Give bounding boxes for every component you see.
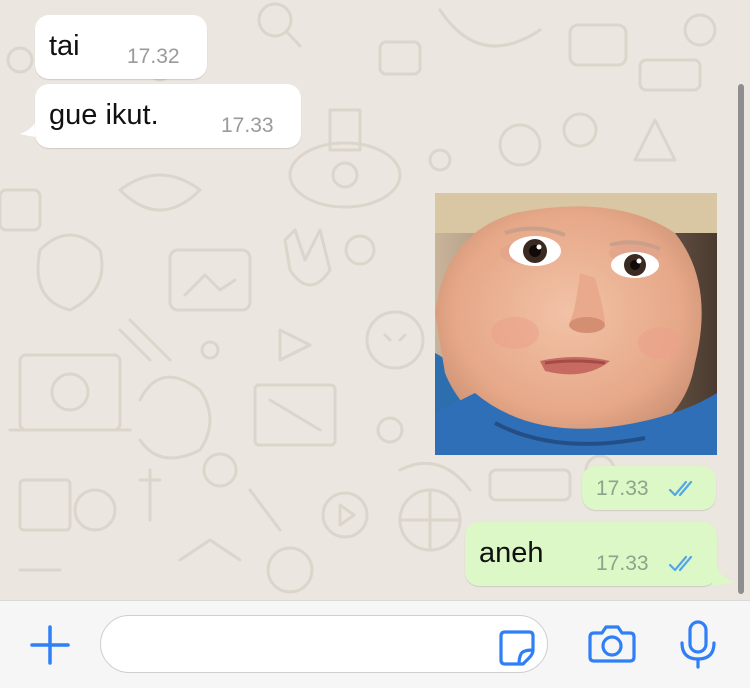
read-ticks-icon <box>668 480 693 497</box>
chat-area[interactable]: tai 17.32 gue ikut. 17.33 17.33 aneh 17.… <box>0 0 750 600</box>
message-bubble-incoming[interactable]: tai 17.32 <box>35 15 207 79</box>
read-ticks-icon <box>668 555 693 572</box>
message-text: tai <box>49 30 80 62</box>
sticker-icon[interactable] <box>497 628 537 668</box>
message-bubble-outgoing[interactable]: aneh 17.33 <box>465 522 717 586</box>
message-composer <box>0 600 750 688</box>
message-time: 17.33 <box>596 552 649 575</box>
scrollbar[interactable] <box>738 84 744 594</box>
bubble-tail <box>712 566 734 586</box>
message-bubble-incoming[interactable]: gue ikut. 17.33 <box>35 84 301 148</box>
microphone-icon[interactable] <box>676 619 720 671</box>
message-text: gue ikut. <box>49 99 159 131</box>
child-face-photo <box>435 193 717 455</box>
photo-timestamp-bubble: 17.33 <box>582 466 716 510</box>
camera-icon[interactable] <box>588 621 636 665</box>
message-text: aneh <box>479 537 544 569</box>
message-time: 17.32 <box>127 45 180 68</box>
message-input[interactable] <box>100 615 548 673</box>
plus-icon[interactable] <box>28 623 72 667</box>
message-time: 17.33 <box>596 477 649 500</box>
message-time: 17.33 <box>221 114 274 137</box>
photo-message[interactable] <box>435 193 717 455</box>
